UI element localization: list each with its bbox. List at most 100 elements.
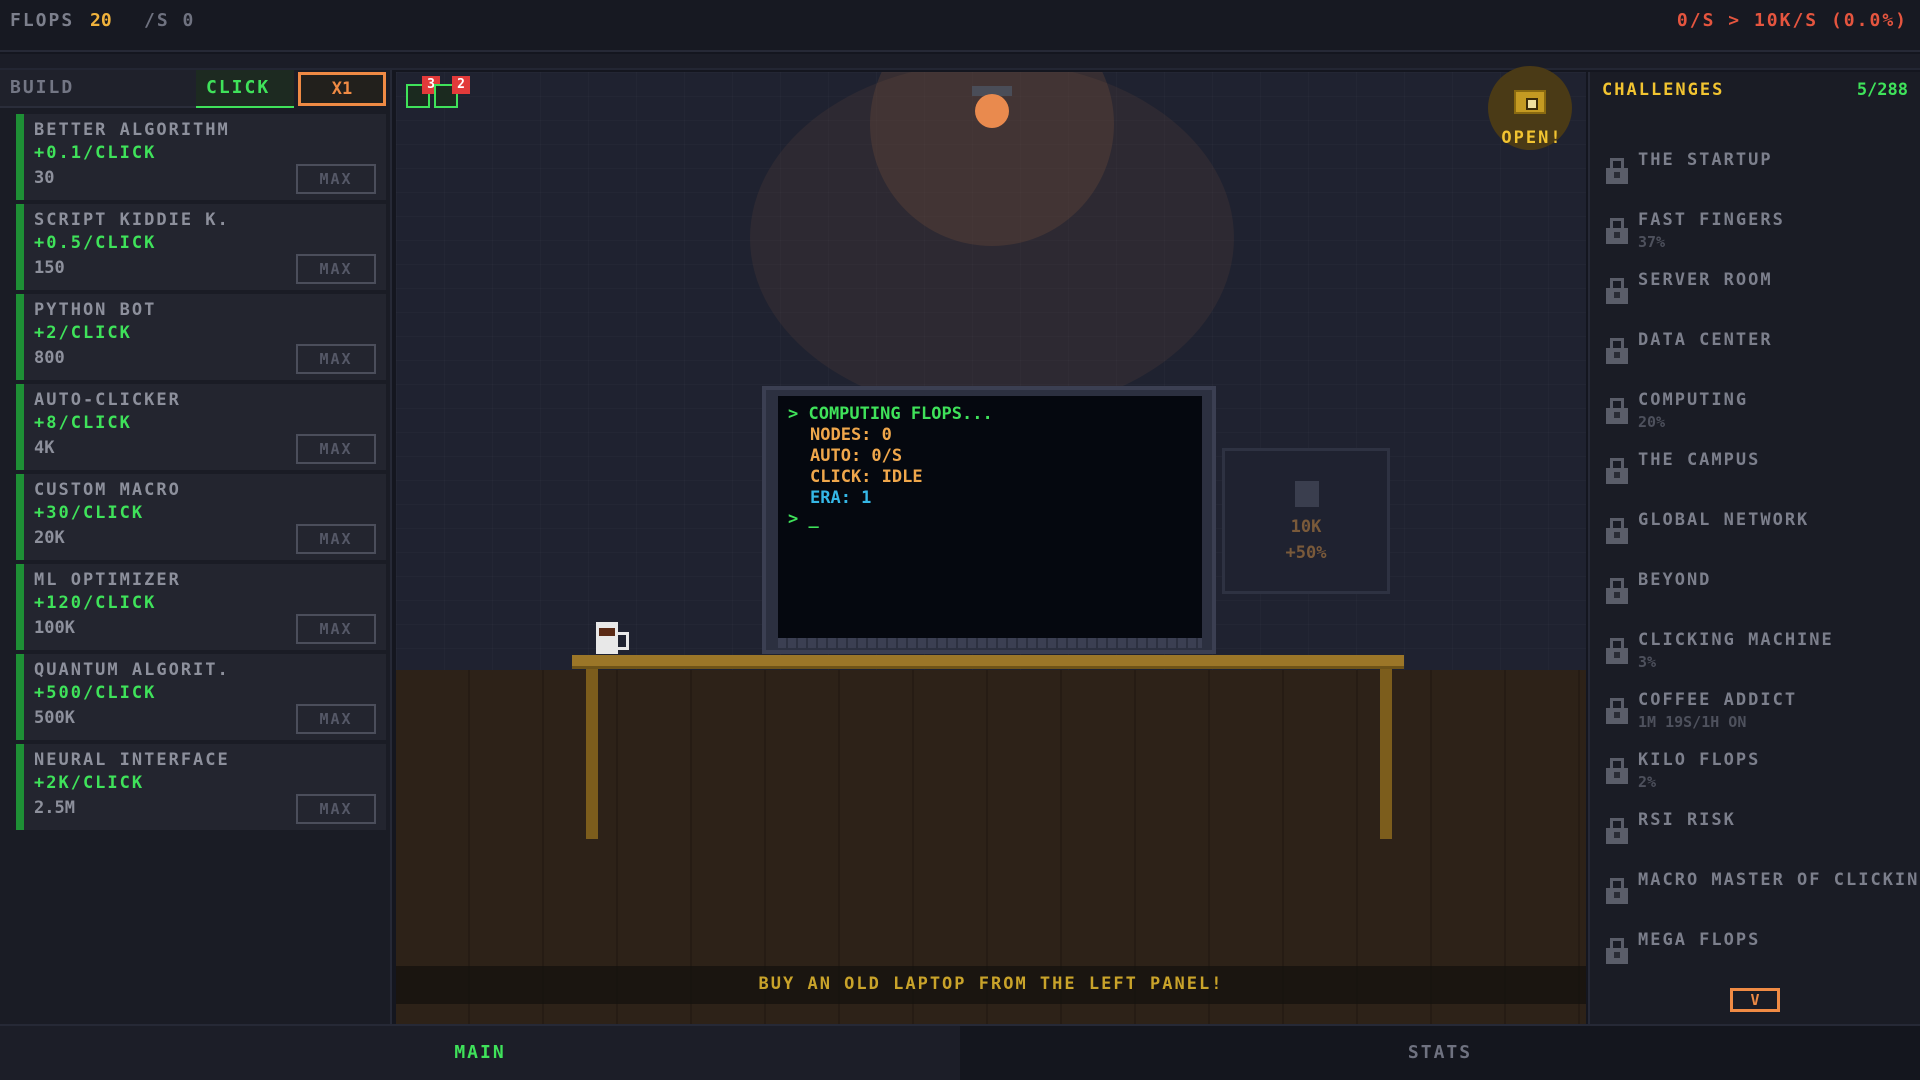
challenge-item[interactable]: BEYOND xyxy=(1606,570,1920,630)
upgrade-max-button[interactable]: MAX xyxy=(296,794,376,824)
upgrade-name: SCRIPT KIDDIE K. xyxy=(34,210,230,230)
lock-icon xyxy=(1606,398,1628,424)
upgrade-item[interactable]: ML OPTIMIZER +120/CLICK 100K MAX xyxy=(16,564,386,650)
notification-badges[interactable]: 3 2 xyxy=(406,76,476,110)
lock-icon xyxy=(1606,638,1628,664)
tab-click[interactable]: CLICK xyxy=(196,70,294,108)
challenges-panel: CHALLENGES 5/288 THE STARTUP FAST FINGERS… xyxy=(1588,72,1920,1024)
bottom-nav: MAIN STATS xyxy=(0,1024,1920,1080)
terminal-era: ERA: 1 xyxy=(810,488,872,508)
upgrade-cost: 20K xyxy=(34,528,65,548)
upgrade-item[interactable]: NEURAL INTERFACE +2K/CLICK 2.5M MAX xyxy=(16,744,386,830)
upgrade-name: NEURAL INTERFACE xyxy=(34,750,230,770)
upgrade-name: ML OPTIMIZER xyxy=(34,570,181,590)
lock-icon xyxy=(1606,218,1628,244)
upgrade-item[interactable]: SCRIPT KIDDIE K. +0.5/CLICK 150 MAX xyxy=(16,204,386,290)
upgrade-item[interactable]: AUTO-CLICKER +8/CLICK 4K MAX xyxy=(16,384,386,470)
challenge-name: COMPUTING xyxy=(1638,390,1749,410)
lock-icon xyxy=(1606,458,1628,484)
flops-label: FLOPS xyxy=(10,10,75,31)
lock-icon xyxy=(1606,278,1628,304)
lock-icon xyxy=(1606,338,1628,364)
flops-rate: /S 0 xyxy=(144,10,196,31)
lock-icon xyxy=(1606,158,1628,184)
upgrade-cost: 30 xyxy=(34,168,55,188)
upgrade-name: QUANTUM ALGORIT. xyxy=(34,660,230,680)
challenge-item[interactable]: KILO FLOPS 2% xyxy=(1606,750,1920,810)
challenge-name: BEYOND xyxy=(1638,570,1712,590)
challenge-progress: 37% xyxy=(1638,233,1666,251)
upgrade-item[interactable]: CUSTOM MACRO +30/CLICK 20K MAX xyxy=(16,474,386,560)
challenges-title: CHALLENGES xyxy=(1602,80,1725,100)
challenge-name: CLICKING MACHINE xyxy=(1638,630,1834,650)
challenge-item[interactable]: CLICKING MACHINE 3% xyxy=(1606,630,1920,690)
upgrade-item[interactable]: BETTER ALGORITHM +0.1/CLICK 30 MAX xyxy=(16,114,386,200)
chest-label[interactable]: OPEN! xyxy=(1490,128,1574,148)
buy-multiplier-button[interactable]: X1 xyxy=(298,72,386,106)
scroll-down-button[interactable]: V xyxy=(1730,988,1780,1012)
challenge-name: GLOBAL NETWORK xyxy=(1638,510,1810,530)
upgrade-max-button[interactable]: MAX xyxy=(296,254,376,284)
desk xyxy=(572,655,1404,669)
upgrade-max-button[interactable]: MAX xyxy=(296,344,376,374)
upgrade-cost: 800 xyxy=(34,348,65,368)
locked-item-icon xyxy=(1295,481,1319,507)
challenge-name: THE STARTUP xyxy=(1638,150,1773,170)
desk-leg xyxy=(586,669,598,839)
terminal-auto: AUTO: 0/S xyxy=(810,446,903,466)
tab-stats[interactable]: STATS xyxy=(960,1026,1920,1080)
lock-icon xyxy=(1606,938,1628,964)
upgrade-cost: 4K xyxy=(34,438,55,458)
challenge-name: DATA CENTER xyxy=(1638,330,1773,350)
upgrade-item[interactable]: QUANTUM ALGORIT. +500/CLICK 500K MAX xyxy=(16,654,386,740)
challenge-item[interactable]: COMPUTING 20% xyxy=(1606,390,1920,450)
terminal-prompt: > _ xyxy=(788,509,819,529)
build-panel: BUILD CLICK X1 BETTER ALGORITHM +0.1/CLIC… xyxy=(0,70,392,1024)
upgrade-cost: 2.5M xyxy=(34,798,75,818)
challenge-item[interactable]: THE CAMPUS xyxy=(1606,450,1920,510)
upgrade-item[interactable]: PYTHON BOT +2/CLICK 800 MAX xyxy=(16,294,386,380)
tab-build[interactable]: BUILD xyxy=(0,70,196,108)
challenge-item[interactable]: FAST FINGERS 37% xyxy=(1606,210,1920,270)
tab-main[interactable]: MAIN xyxy=(0,1026,960,1080)
challenge-name: SERVER ROOM xyxy=(1638,270,1773,290)
lamp-bulb-icon xyxy=(975,94,1009,128)
upgrade-gain: +2/CLICK xyxy=(34,323,132,343)
challenge-item[interactable]: MEGA FLOPS xyxy=(1606,930,1920,990)
locked-item-slot[interactable]: 10K +50% xyxy=(1222,448,1390,594)
challenge-name: FAST FINGERS xyxy=(1638,210,1785,230)
terminal-click: CLICK: IDLE xyxy=(810,467,923,487)
challenge-item[interactable]: THE STARTUP xyxy=(1606,150,1920,210)
lock-icon xyxy=(1606,698,1628,724)
terminal-line: > COMPUTING FLOPS... xyxy=(788,404,993,424)
upgrade-max-button[interactable]: MAX xyxy=(296,614,376,644)
challenge-item[interactable]: GLOBAL NETWORK xyxy=(1606,510,1920,570)
challenge-name: MEGA FLOPS xyxy=(1638,930,1761,950)
coffee-mug-icon[interactable] xyxy=(596,622,629,654)
challenge-item[interactable]: DATA CENTER xyxy=(1606,330,1920,390)
lock-icon xyxy=(1606,758,1628,784)
upgrade-gain: +120/CLICK xyxy=(34,593,157,613)
upgrade-max-button[interactable]: MAX xyxy=(296,704,376,734)
challenge-item[interactable]: COFFEE ADDICT 1M 19S/1H ON xyxy=(1606,690,1920,750)
upgrade-max-button[interactable]: MAX xyxy=(296,434,376,464)
upgrade-cost: 100K xyxy=(34,618,75,638)
challenge-item[interactable]: MACRO MASTER OF CLICKING xyxy=(1606,870,1920,930)
upgrade-name: AUTO-CLICKER xyxy=(34,390,181,410)
upgrade-max-button[interactable]: MAX xyxy=(296,524,376,554)
challenge-progress: 1M 19S/1H ON xyxy=(1638,713,1747,731)
challenge-item[interactable]: RSI RISK xyxy=(1606,810,1920,870)
upgrade-gain: +8/CLICK xyxy=(34,413,132,433)
lock-icon xyxy=(1606,578,1628,604)
monitor-keyboard xyxy=(778,638,1202,648)
upgrade-max-button[interactable]: MAX xyxy=(296,164,376,194)
computer-monitor[interactable]: > COMPUTING FLOPS... NODES: 0 AUTO: 0/S … xyxy=(762,386,1216,654)
challenge-item[interactable]: SERVER ROOM xyxy=(1606,270,1920,330)
challenge-list: THE STARTUP FAST FINGERS 37% SERVER ROOM DAT… xyxy=(1606,150,1920,990)
challenge-name: THE CAMPUS xyxy=(1638,450,1761,470)
build-tabs: BUILD CLICK X1 xyxy=(0,70,390,110)
upgrade-gain: +0.1/CLICK xyxy=(34,143,157,163)
terminal-screen[interactable]: > COMPUTING FLOPS... NODES: 0 AUTO: 0/S … xyxy=(778,396,1202,640)
challenge-name: KILO FLOPS xyxy=(1638,750,1761,770)
upgrade-gain: +30/CLICK xyxy=(34,503,145,523)
